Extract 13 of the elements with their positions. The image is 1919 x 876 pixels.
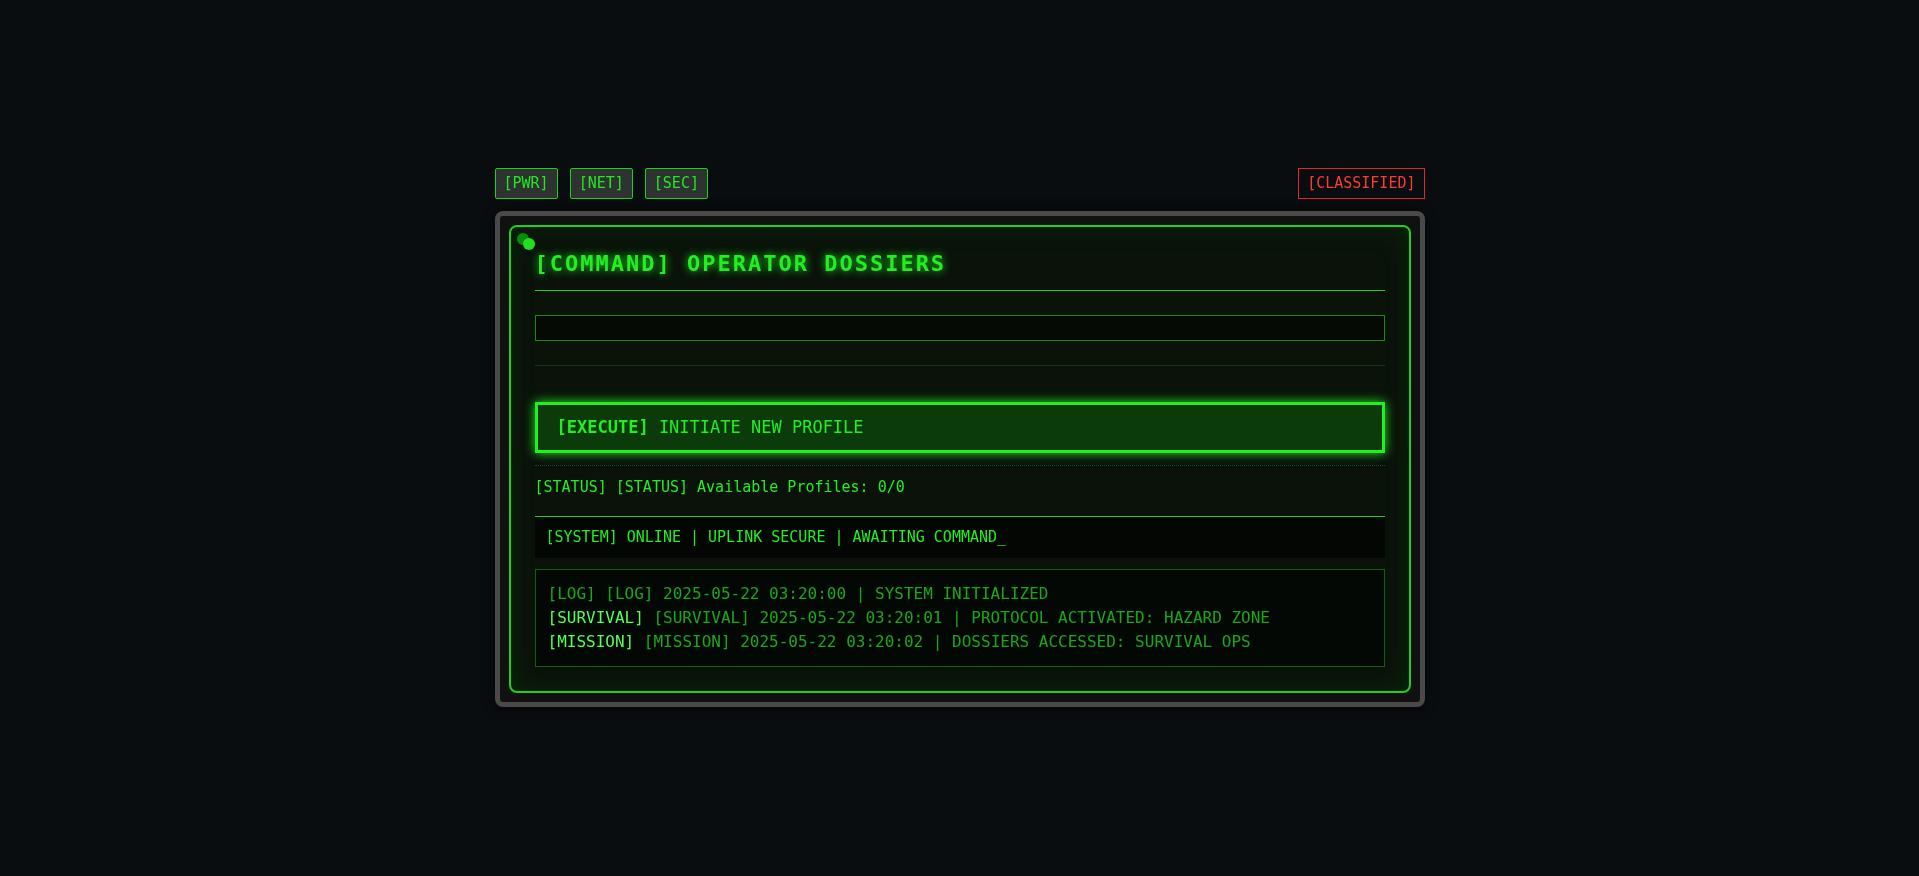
log-entry: [SURVIVAL] [SURVIVAL] 2025-05-22 03:20:01 | PROTOCOL ACTIVATED: HAZARD ZONE xyxy=(547,607,1271,628)
log-entry: [LOG] [LOG] 2025-05-22 03:20:00 | SYSTEM INITIALIZED xyxy=(547,583,1050,604)
status-text: [STATUS] [STATUS] Available Profiles: 0/0 xyxy=(534,477,906,498)
status-toggle-button[interactable]: [NET] xyxy=(569,168,633,199)
page-title: [COMMAND] OPERATOR DOSSIERS xyxy=(534,247,1385,291)
log-entry: [MISSION] [MISSION] 2025-05-22 03:20:02 | DOSSIERS ACCESSED: SURVIVAL OPS xyxy=(547,631,1252,652)
status-toggle-button[interactable]: [SEC] xyxy=(644,168,708,199)
status-toggle-button[interactable]: [PWR] xyxy=(494,168,558,199)
execute-button[interactable]: [EXECUTE] INITIATE NEW PROFILE xyxy=(534,402,1385,453)
indicator-lights-icon xyxy=(515,232,536,252)
input-field[interactable] xyxy=(534,315,1385,341)
classified-badge: [CLASSIFIED] xyxy=(1298,168,1425,199)
system-status-text: [SYSTEM] ONLINE | UPLINK SECURE | AWAITING COMMAND_ xyxy=(545,526,1007,548)
